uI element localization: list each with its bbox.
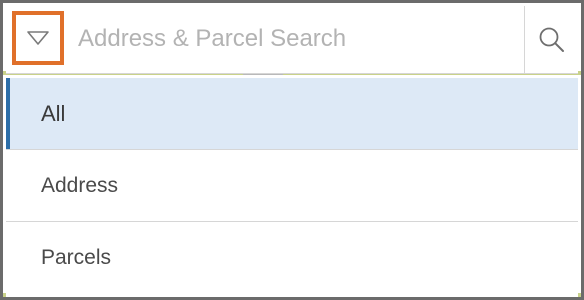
search-input[interactable] — [78, 14, 518, 64]
menu-item-all[interactable]: All — [6, 78, 578, 150]
menu-item-label: Address — [41, 173, 119, 197]
triangle-down-outline-icon — [27, 31, 49, 45]
menu-item-label: Parcels — [41, 246, 112, 269]
menu-item-label: All — [41, 100, 66, 126]
search-button[interactable] — [525, 6, 578, 73]
search-widget-frame: All Address Parcels — [0, 0, 584, 300]
search-bar — [6, 6, 578, 74]
search-source-menu: All Address Parcels — [6, 78, 578, 297]
search-source-dropdown-button[interactable] — [12, 11, 64, 65]
menu-item-address[interactable]: Address — [6, 150, 578, 222]
menu-item-parcels[interactable]: Parcels — [6, 222, 578, 294]
magnifier-icon — [539, 27, 564, 52]
